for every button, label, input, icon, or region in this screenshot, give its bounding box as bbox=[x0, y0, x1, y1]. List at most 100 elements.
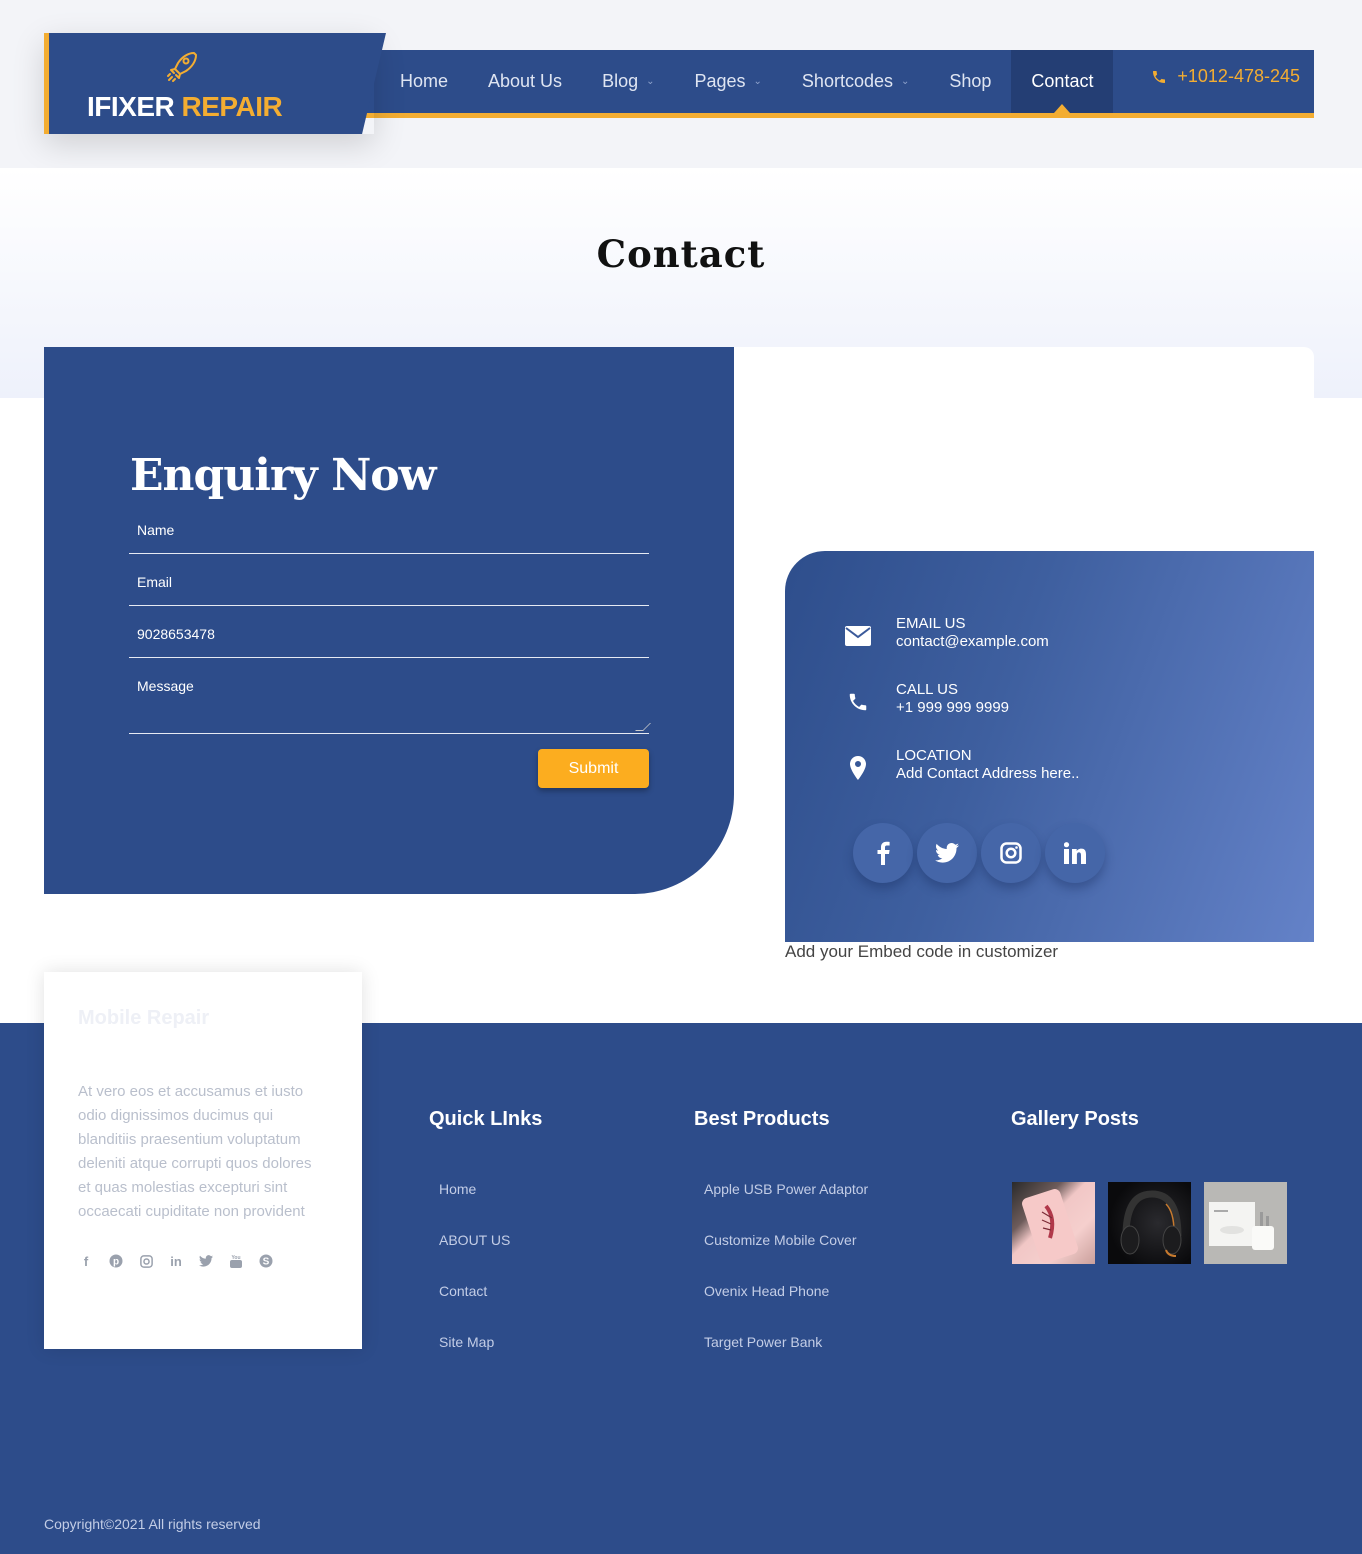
nav-item-shop[interactable]: Shop bbox=[929, 50, 1011, 113]
envelope-icon bbox=[843, 621, 873, 651]
product-link[interactable]: Target Power Bank bbox=[704, 1334, 868, 1385]
twitter-icon bbox=[198, 1253, 214, 1269]
power-adaptor-image[interactable] bbox=[1204, 1182, 1287, 1264]
skype-icon: S bbox=[258, 1253, 274, 1269]
linkedin-icon bbox=[1064, 842, 1086, 864]
message-field[interactable]: Message bbox=[129, 678, 651, 734]
contact-phone-link[interactable]: +1 999 999 9999 bbox=[896, 699, 1009, 716]
phone-value: 9028653478 bbox=[137, 626, 215, 642]
footer-link-contact[interactable]: Contact bbox=[439, 1283, 510, 1334]
nav-label: About Us bbox=[488, 71, 563, 91]
linkedin-link[interactable]: in bbox=[168, 1253, 184, 1269]
instagram-button[interactable] bbox=[981, 823, 1041, 883]
header-phone-link[interactable]: +1012-478-245 bbox=[1151, 66, 1300, 87]
youtube-link[interactable]: You bbox=[228, 1253, 244, 1269]
logo-text-primary: IFIXER bbox=[87, 91, 175, 122]
gallery-grid bbox=[1012, 1182, 1287, 1264]
nav-menu: Home About Us Blog ⌄ Pages ⌄ Shortcodes ⌄ S… bbox=[380, 50, 1114, 113]
enquiry-form-panel: Enquiry Now Name Email 9028653478 Messag… bbox=[44, 347, 734, 894]
best-products-list: Apple USB Power Adaptor Customize Mobile… bbox=[704, 1181, 868, 1385]
contact-social-links bbox=[853, 823, 1105, 883]
instagram-icon bbox=[1000, 842, 1022, 864]
facebook-button[interactable] bbox=[853, 823, 913, 883]
map-pin-icon bbox=[843, 753, 873, 783]
contact-email-label: EMAIL US bbox=[896, 615, 966, 632]
about-text: At vero eos et accusamus et iusto odio d… bbox=[78, 1083, 312, 1220]
contact-location-label: LOCATION bbox=[896, 747, 972, 764]
youtube-icon: You bbox=[228, 1253, 244, 1269]
nav-item-blog[interactable]: Blog ⌄ bbox=[582, 50, 674, 113]
chevron-down-icon: ⌄ bbox=[900, 76, 910, 87]
about-social-links: f p in You S bbox=[78, 1253, 274, 1269]
rocket-icon bbox=[167, 52, 197, 82]
main-navbar: Home About Us Blog ⌄ Pages ⌄ Shortcodes ⌄ S… bbox=[360, 50, 1314, 118]
nav-label: Home bbox=[400, 71, 449, 91]
site-logo[interactable]: IFIXER REPAIR bbox=[44, 33, 386, 134]
phone-icon bbox=[843, 687, 873, 717]
pinterest-link[interactable]: p bbox=[108, 1253, 124, 1269]
phone-case-image[interactable] bbox=[1012, 1182, 1095, 1264]
contact-location-row: LOCATION Add Contact Address here.. bbox=[843, 747, 1079, 783]
message-placeholder: Message bbox=[137, 678, 194, 694]
headphones-image[interactable] bbox=[1108, 1182, 1191, 1264]
copyright: Copyright©2021 All rights reserved bbox=[44, 1516, 261, 1532]
gallery-title: Gallery Posts bbox=[1011, 1108, 1139, 1130]
nav-item-shortcodes[interactable]: Shortcodes ⌄ bbox=[782, 50, 929, 113]
nav-item-contact[interactable]: Contact bbox=[1011, 50, 1114, 113]
product-link[interactable]: Apple USB Power Adaptor bbox=[704, 1181, 868, 1232]
phone-field[interactable]: 9028653478 bbox=[129, 626, 649, 658]
contact-info-card: EMAIL US contact@example.com CALL US +1 99… bbox=[785, 551, 1314, 942]
facebook-icon: f bbox=[83, 1253, 89, 1269]
embed-note: Add your Embed code in customizer bbox=[785, 942, 1059, 961]
instagram-icon bbox=[138, 1253, 154, 1269]
nav-label: Shortcodes bbox=[801, 71, 893, 91]
about-title: Mobile Repair bbox=[78, 1007, 210, 1029]
email-field[interactable]: Email bbox=[129, 574, 649, 606]
resize-handle[interactable] bbox=[635, 723, 651, 731]
enquiry-title: Enquiry Now bbox=[130, 450, 437, 501]
logo-text: IFIXER REPAIR bbox=[87, 91, 283, 123]
nav-item-about[interactable]: About Us bbox=[468, 50, 582, 113]
name-placeholder: Name bbox=[137, 522, 175, 538]
nav-item-pages[interactable]: Pages ⌄ bbox=[674, 50, 781, 113]
contact-email-row: EMAIL US contact@example.com bbox=[843, 615, 1049, 651]
contact-location-value: Add Contact Address here.. bbox=[896, 765, 1080, 782]
best-products-title: Best Products bbox=[694, 1108, 830, 1130]
instagram-link[interactable] bbox=[138, 1253, 154, 1269]
footer-link-about[interactable]: ABOUT US bbox=[439, 1232, 510, 1283]
quick-links-list: Home ABOUT US Contact Site Map bbox=[439, 1181, 510, 1385]
quick-links-title: Quick LInks bbox=[429, 1108, 543, 1130]
nav-label: Shop bbox=[949, 71, 992, 91]
footer-link-sitemap[interactable]: Site Map bbox=[439, 1334, 510, 1385]
svg-text:p: p bbox=[113, 1257, 119, 1268]
header-phone-number: +1012-478-245 bbox=[1177, 66, 1300, 86]
pinterest-icon: p bbox=[108, 1253, 124, 1269]
facebook-link[interactable]: f bbox=[78, 1253, 94, 1269]
contact-phone-row: CALL US +1 999 999 9999 bbox=[843, 681, 1009, 717]
nav-label: Blog bbox=[602, 71, 639, 91]
logo-text-accent: REPAIR bbox=[181, 91, 283, 122]
contact-phone-label: CALL US bbox=[896, 681, 958, 698]
contact-email-link[interactable]: contact@example.com bbox=[896, 633, 1049, 650]
twitter-icon bbox=[935, 843, 959, 863]
twitter-button[interactable] bbox=[917, 823, 977, 883]
twitter-link[interactable] bbox=[198, 1253, 214, 1269]
nav-label: Pages bbox=[694, 71, 746, 91]
chevron-down-icon: ⌄ bbox=[646, 76, 655, 87]
linkedin-button[interactable] bbox=[1045, 823, 1105, 883]
email-placeholder: Email bbox=[137, 574, 173, 590]
phone-icon bbox=[1153, 70, 1166, 83]
skype-link[interactable]: S bbox=[258, 1253, 274, 1269]
footer-link-home[interactable]: Home bbox=[439, 1181, 510, 1232]
page-title: Contact bbox=[596, 232, 766, 276]
nav-item-home[interactable]: Home bbox=[380, 50, 468, 113]
product-link[interactable]: Customize Mobile Cover bbox=[704, 1232, 868, 1283]
linkedin-icon: in bbox=[170, 1253, 182, 1269]
nav-label: Contact bbox=[1031, 71, 1094, 91]
name-field[interactable]: Name bbox=[129, 522, 649, 554]
chevron-down-icon: ⌄ bbox=[753, 76, 762, 87]
product-link[interactable]: Ovenix Head Phone bbox=[704, 1283, 868, 1334]
submit-button[interactable]: Submit bbox=[538, 749, 649, 788]
svg-text:S: S bbox=[263, 1257, 270, 1268]
footer-about-card: Mobile Repair At vero eos et accusamus e… bbox=[44, 972, 362, 1349]
